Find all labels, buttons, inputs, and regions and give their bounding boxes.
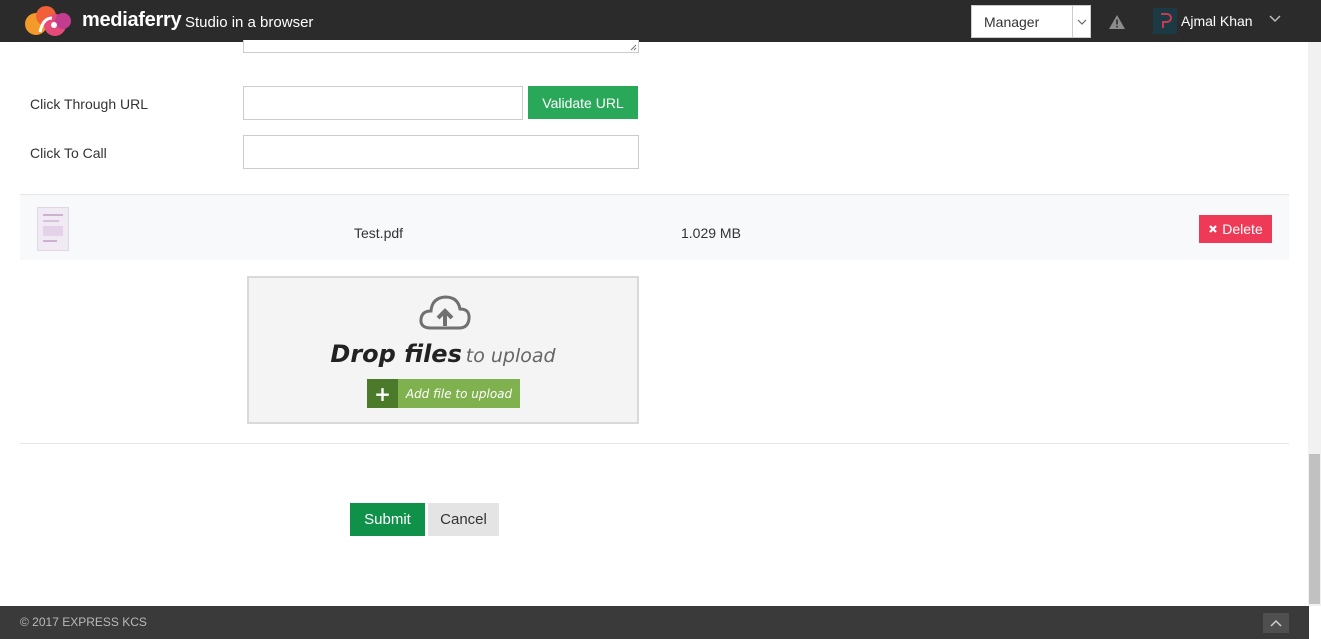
file-thumbnail xyxy=(37,207,69,251)
click-to-call-label: Click To Call xyxy=(30,145,107,161)
scroll-to-top-button[interactable] xyxy=(1263,613,1289,633)
section-divider xyxy=(20,443,1289,444)
uploaded-file-row: Test.pdf 1.029 MB Delete xyxy=(20,194,1289,260)
file-dropzone[interactable]: Drop files to upload + Add file to uploa… xyxy=(247,276,639,424)
click-through-url-input[interactable] xyxy=(243,86,523,120)
click-to-call-input[interactable] xyxy=(243,135,639,169)
user-avatar[interactable] xyxy=(1153,8,1177,34)
mediaferry-logo[interactable] xyxy=(22,4,74,38)
plus-icon: + xyxy=(367,379,398,408)
dropzone-title: Drop files to upload xyxy=(249,340,637,368)
resize-grip-icon[interactable] xyxy=(630,44,637,51)
delete-file-button[interactable]: Delete xyxy=(1199,215,1272,243)
dropzone-title-bold: Drop files xyxy=(330,340,462,368)
validate-url-button[interactable]: Validate URL xyxy=(528,86,638,119)
delete-label: Delete xyxy=(1222,221,1263,237)
cloud-upload-icon xyxy=(419,295,471,330)
cancel-button[interactable]: Cancel xyxy=(428,503,499,536)
add-file-label: Add file to upload xyxy=(405,386,513,401)
top-navbar: mediaferry Studio in a browser Manager A… xyxy=(0,0,1321,42)
dropzone-title-light: to upload xyxy=(465,345,556,367)
submit-button[interactable]: Submit xyxy=(350,503,425,536)
scrollbar-thumb[interactable] xyxy=(1309,454,1320,604)
warning-icon[interactable] xyxy=(1108,14,1126,30)
chevron-down-icon xyxy=(1072,6,1090,37)
role-select-value: Manager xyxy=(984,14,1040,30)
copyright-text: © 2017 EXPRESS KCS xyxy=(20,615,147,629)
add-file-button[interactable]: + Add file to upload xyxy=(367,379,520,408)
role-select[interactable]: Manager xyxy=(971,5,1091,38)
caret-down-icon[interactable] xyxy=(1268,12,1282,26)
file-size: 1.029 MB xyxy=(681,225,741,241)
brand-tagline: Studio in a browser xyxy=(185,14,314,31)
click-through-url-label: Click Through URL xyxy=(30,96,149,112)
footer: © 2017 EXPRESS KCS xyxy=(0,606,1309,639)
close-icon xyxy=(1209,225,1218,233)
description-textarea[interactable] xyxy=(243,40,639,53)
file-name: Test.pdf xyxy=(354,225,404,241)
chevron-up-icon xyxy=(1270,619,1282,627)
brand-name: mediaferry xyxy=(82,9,182,31)
user-name[interactable]: Ajmal Khan xyxy=(1181,13,1253,29)
